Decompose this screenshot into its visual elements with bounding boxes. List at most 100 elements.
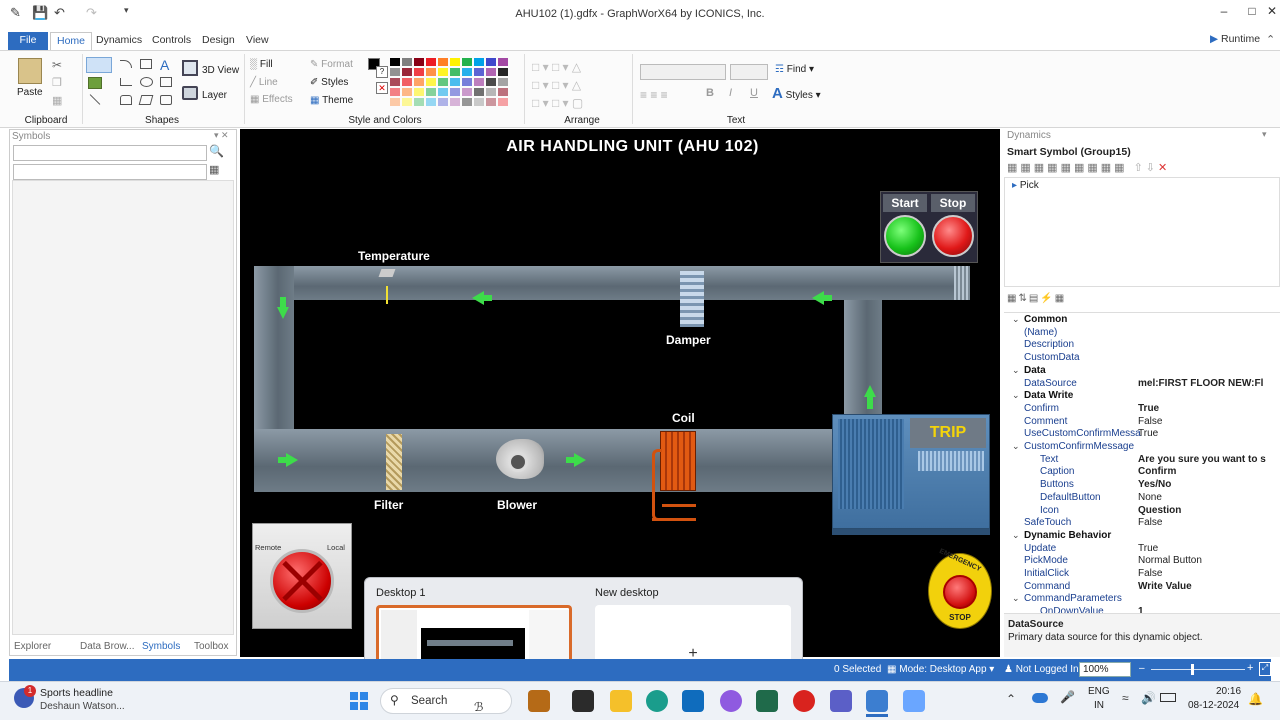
color-swatch[interactable]: [390, 58, 400, 66]
zoom-in-button[interactable]: +: [1247, 662, 1253, 674]
property-value[interactable]: False: [1138, 517, 1272, 528]
collapse-ribbon-icon[interactable]: ⌃: [1266, 33, 1275, 46]
property-value[interactable]: Question: [1138, 505, 1272, 516]
font-size-select[interactable]: [730, 64, 768, 80]
property-row[interactable]: ⌄ Common: [1010, 314, 1272, 327]
property-row[interactable]: Text Are you sure you want to s: [1010, 454, 1272, 467]
wps-office-icon[interactable]: [793, 690, 815, 712]
copilot-icon[interactable]: [720, 690, 742, 712]
property-row[interactable]: ⌄ Data Write: [1010, 390, 1272, 403]
outlook-icon[interactable]: [682, 690, 704, 712]
redo-icon[interactable]: ↷: [86, 5, 97, 21]
color-swatch[interactable]: [390, 98, 400, 106]
color-swatch[interactable]: [486, 68, 496, 76]
mode-indicator[interactable]: ▦ Mode: Desktop App ▾: [887, 664, 994, 675]
property-value[interactable]: False: [1138, 568, 1272, 579]
tab-home[interactable]: Home: [50, 32, 93, 50]
zoom-slider-thumb[interactable]: [1191, 664, 1194, 675]
color-swatch[interactable]: [474, 88, 484, 96]
color-swatch[interactable]: [474, 78, 484, 86]
graphworx-icon[interactable]: [866, 690, 888, 712]
wifi-icon[interactable]: ≈: [1122, 691, 1129, 705]
property-row[interactable]: Update True: [1010, 543, 1272, 556]
dynamics-toolbar[interactable]: ▦▦▦▦▦▦▦▦▦ ⇧⇩✕: [1007, 161, 1277, 177]
language-code[interactable]: ENG: [1088, 686, 1110, 697]
color-swatch[interactable]: [414, 58, 424, 66]
color-swatch[interactable]: [402, 68, 412, 76]
pin-icon[interactable]: ▾ ✕: [214, 130, 229, 141]
move-up-icon[interactable]: ⇧⇩: [1134, 162, 1158, 174]
secondary-color-swatch[interactable]: ?: [376, 66, 388, 78]
minimize-button[interactable]: –: [1214, 4, 1234, 18]
color-swatch[interactable]: [462, 88, 472, 96]
notification-bell-icon[interactable]: 🔔: [1248, 692, 1263, 706]
color-swatch[interactable]: [414, 98, 424, 106]
color-swatch[interactable]: [462, 68, 472, 76]
pin-icon[interactable]: ▾: [1262, 129, 1267, 140]
find-button[interactable]: ☶ Find ▾: [775, 64, 814, 75]
property-value[interactable]: Normal Button: [1138, 555, 1272, 566]
color-swatch[interactable]: [486, 88, 496, 96]
stop-button[interactable]: [932, 215, 974, 257]
color-swatch[interactable]: [414, 78, 424, 86]
color-palette[interactable]: [390, 58, 512, 108]
property-row[interactable]: Icon Question: [1010, 505, 1272, 518]
color-swatch[interactable]: [498, 98, 508, 106]
color-swatch[interactable]: [498, 68, 508, 76]
cut-icon[interactable]: ✂: [52, 58, 62, 72]
temperature-sensor-icon[interactable]: [378, 269, 396, 277]
paste-button[interactable]: Paste: [17, 87, 43, 98]
color-swatch[interactable]: [426, 78, 436, 86]
color-swatch[interactable]: [462, 58, 472, 66]
color-swatch[interactable]: [438, 98, 448, 106]
color-swatch[interactable]: [486, 78, 496, 86]
dynamics-list-item-pick[interactable]: ▸ Pick: [1012, 180, 1039, 191]
volume-icon[interactable]: 🔊: [1141, 691, 1156, 705]
pie-tool-icon[interactable]: [120, 95, 132, 105]
onedrive-icon[interactable]: [1032, 693, 1048, 703]
color-swatch[interactable]: [402, 78, 412, 86]
property-row[interactable]: ⌄ CommandParameters: [1010, 593, 1272, 606]
copy-icon[interactable]: ❐: [52, 76, 62, 89]
library-icon[interactable]: ▦: [209, 163, 219, 176]
snipping-tool-icon[interactable]: [903, 690, 925, 712]
copilot-app-icon[interactable]: [528, 690, 550, 712]
color-swatch[interactable]: [450, 58, 460, 66]
color-swatch[interactable]: [498, 88, 508, 96]
color-swatch[interactable]: [462, 78, 472, 86]
expand-chevron-icon[interactable]: ⌄: [1012, 593, 1020, 604]
text-tool-icon[interactable]: A: [160, 57, 169, 73]
property-row[interactable]: Buttons Yes/No: [1010, 479, 1272, 492]
theme-button[interactable]: ▦ Theme: [310, 95, 353, 106]
news-subtitle[interactable]: Deshaun Watson...: [40, 701, 125, 712]
coil-icon[interactable]: [660, 431, 696, 491]
property-value[interactable]: Confirm: [1138, 466, 1272, 477]
tab-symbols[interactable]: Symbols: [142, 641, 180, 652]
zoom-out-button[interactable]: –: [1139, 663, 1145, 674]
property-value[interactable]: Write Value: [1138, 581, 1272, 592]
delete-icon[interactable]: ✕: [1158, 162, 1170, 174]
layer-button[interactable]: Layer: [202, 90, 227, 101]
color-swatch[interactable]: [438, 78, 448, 86]
windows-start-icon[interactable]: [350, 692, 368, 710]
property-row[interactable]: DataSource mel:FIRST FLOOR NEW:Fl: [1010, 378, 1272, 391]
property-value[interactable]: False: [1138, 416, 1272, 427]
property-row[interactable]: Description: [1010, 339, 1272, 352]
color-swatch[interactable]: [450, 78, 460, 86]
file-explorer-icon[interactable]: [610, 690, 632, 712]
color-swatch[interactable]: [426, 58, 436, 66]
color-swatch[interactable]: [426, 88, 436, 96]
color-swatch[interactable]: [390, 68, 400, 76]
fill-button[interactable]: ░ Fill: [250, 59, 273, 70]
color-swatch[interactable]: [426, 68, 436, 76]
ellipse-tool-icon[interactable]: [140, 77, 153, 87]
image-icon[interactable]: [88, 77, 102, 89]
property-value[interactable]: True: [1138, 403, 1272, 414]
expand-chevron-icon[interactable]: ⌄: [1012, 390, 1020, 401]
teams-icon[interactable]: [830, 690, 852, 712]
save-icon[interactable]: 💾: [32, 5, 48, 21]
property-value[interactable]: Yes/No: [1138, 479, 1272, 490]
format-painter-button[interactable]: ✎ Format: [310, 59, 353, 70]
expand-chevron-icon[interactable]: ⌄: [1012, 441, 1020, 452]
color-swatch[interactable]: [486, 58, 496, 66]
